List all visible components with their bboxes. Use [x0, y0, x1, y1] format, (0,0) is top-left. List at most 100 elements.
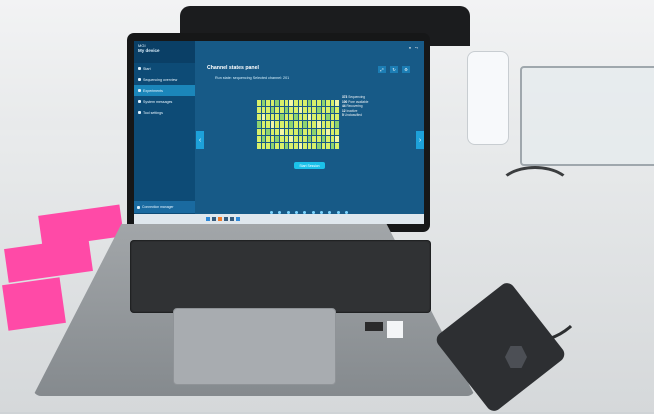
- channel-cell[interactable]: [326, 142, 330, 149]
- channel-cell[interactable]: [280, 142, 284, 149]
- channel-cell[interactable]: [312, 100, 316, 107]
- channel-cell[interactable]: [298, 100, 303, 107]
- channel-cell[interactable]: [321, 142, 326, 149]
- channel-cell[interactable]: [330, 100, 335, 107]
- channel-cell[interactable]: [307, 107, 312, 114]
- channel-cell[interactable]: [312, 128, 316, 135]
- channel-cell[interactable]: [270, 121, 275, 128]
- connection-manager[interactable]: Connection manager: [134, 201, 195, 213]
- channel-cell[interactable]: [307, 121, 312, 128]
- laptop-screen[interactable]: MGI My device Start Sequencing overview …: [134, 41, 424, 224]
- app-icon[interactable]: [224, 217, 228, 221]
- sidebar-item-experiments[interactable]: Experiments: [134, 85, 195, 96]
- channel-cell[interactable]: [280, 128, 284, 135]
- channel-cell[interactable]: [312, 114, 316, 121]
- refresh-icon[interactable]: ↻: [390, 66, 398, 73]
- channel-cell[interactable]: [270, 114, 275, 121]
- channel-grid[interactable]: [257, 100, 339, 149]
- channel-cell[interactable]: [284, 142, 289, 149]
- channel-cell[interactable]: [298, 107, 303, 114]
- channel-cell[interactable]: [266, 142, 270, 149]
- channel-cell[interactable]: [326, 135, 330, 142]
- channel-cell[interactable]: [257, 100, 261, 107]
- sidebar-item-start[interactable]: Start: [134, 63, 195, 74]
- channel-cell[interactable]: [266, 135, 270, 142]
- channel-cell[interactable]: [307, 114, 312, 121]
- channel-cell[interactable]: [321, 135, 326, 142]
- channel-cell[interactable]: [284, 128, 289, 135]
- channel-cell[interactable]: [266, 114, 270, 121]
- channel-cell[interactable]: [303, 107, 307, 114]
- channel-cell[interactable]: [289, 114, 293, 121]
- channel-cell[interactable]: [280, 121, 284, 128]
- channel-cell[interactable]: [335, 121, 339, 128]
- channel-cell[interactable]: [284, 107, 289, 114]
- channel-cell[interactable]: [316, 107, 321, 114]
- channel-cell[interactable]: [293, 128, 298, 135]
- channel-cell[interactable]: [257, 128, 261, 135]
- channel-cell[interactable]: [316, 142, 321, 149]
- channel-cell[interactable]: [266, 100, 270, 107]
- channel-cell[interactable]: [275, 128, 280, 135]
- channel-cell[interactable]: [270, 128, 275, 135]
- channel-cell[interactable]: [270, 100, 275, 107]
- channel-cell[interactable]: [293, 121, 298, 128]
- next-arrow-icon[interactable]: ›: [416, 131, 424, 149]
- channel-cell[interactable]: [335, 107, 339, 114]
- channel-cell[interactable]: [312, 121, 316, 128]
- channel-cell[interactable]: [257, 135, 261, 142]
- channel-cell[interactable]: [257, 114, 261, 121]
- channel-cell[interactable]: [335, 142, 339, 149]
- channel-cell[interactable]: [280, 100, 284, 107]
- channel-cell[interactable]: [261, 107, 266, 114]
- channel-cell[interactable]: [312, 107, 316, 114]
- channel-cell[interactable]: [330, 107, 335, 114]
- keyboard[interactable]: [130, 240, 431, 313]
- windows-taskbar[interactable]: [134, 214, 424, 224]
- app-icon[interactable]: [230, 217, 234, 221]
- channel-cell[interactable]: [275, 121, 280, 128]
- channel-cell[interactable]: [335, 128, 339, 135]
- channel-cell[interactable]: [270, 135, 275, 142]
- channel-cell[interactable]: [275, 135, 280, 142]
- channel-cell[interactable]: [307, 100, 312, 107]
- channel-cell[interactable]: [289, 128, 293, 135]
- channel-cell[interactable]: [298, 135, 303, 142]
- channel-cell[interactable]: [321, 121, 326, 128]
- channel-cell[interactable]: [326, 100, 330, 107]
- channel-cell[interactable]: [316, 114, 321, 121]
- channel-cell[interactable]: [326, 114, 330, 121]
- start-menu-icon[interactable]: [206, 217, 210, 221]
- start-session-button[interactable]: Start Session: [294, 162, 325, 169]
- channel-cell[interactable]: [284, 121, 289, 128]
- channel-cell[interactable]: [298, 114, 303, 121]
- channel-cell[interactable]: [266, 121, 270, 128]
- channel-cell[interactable]: [303, 135, 307, 142]
- channel-cell[interactable]: [261, 114, 266, 121]
- channel-cell[interactable]: [307, 128, 312, 135]
- channel-cell[interactable]: [275, 107, 280, 114]
- trackpad[interactable]: [173, 308, 336, 385]
- app-icon[interactable]: [236, 217, 240, 221]
- app-icon[interactable]: [218, 217, 222, 221]
- channel-cell[interactable]: [312, 135, 316, 142]
- channel-cell[interactable]: [298, 121, 303, 128]
- search-icon[interactable]: [212, 217, 216, 221]
- channel-cell[interactable]: [257, 121, 261, 128]
- channel-cell[interactable]: [307, 135, 312, 142]
- channel-cell[interactable]: [293, 114, 298, 121]
- channel-cell[interactable]: [275, 114, 280, 121]
- channel-cell[interactable]: [303, 121, 307, 128]
- sidebar-item-sequencing-overview[interactable]: Sequencing overview: [134, 74, 195, 85]
- channel-cell[interactable]: [280, 135, 284, 142]
- channel-cell[interactable]: [316, 121, 321, 128]
- channel-cell[interactable]: [293, 135, 298, 142]
- channel-cell[interactable]: [275, 142, 280, 149]
- channel-cell[interactable]: [293, 107, 298, 114]
- channel-cell[interactable]: [280, 107, 284, 114]
- channel-cell[interactable]: [289, 100, 293, 107]
- logout-icon[interactable]: ↪: [415, 46, 418, 50]
- channel-cell[interactable]: [266, 128, 270, 135]
- channel-cell[interactable]: [307, 142, 312, 149]
- previous-arrow-icon[interactable]: ‹: [196, 131, 204, 149]
